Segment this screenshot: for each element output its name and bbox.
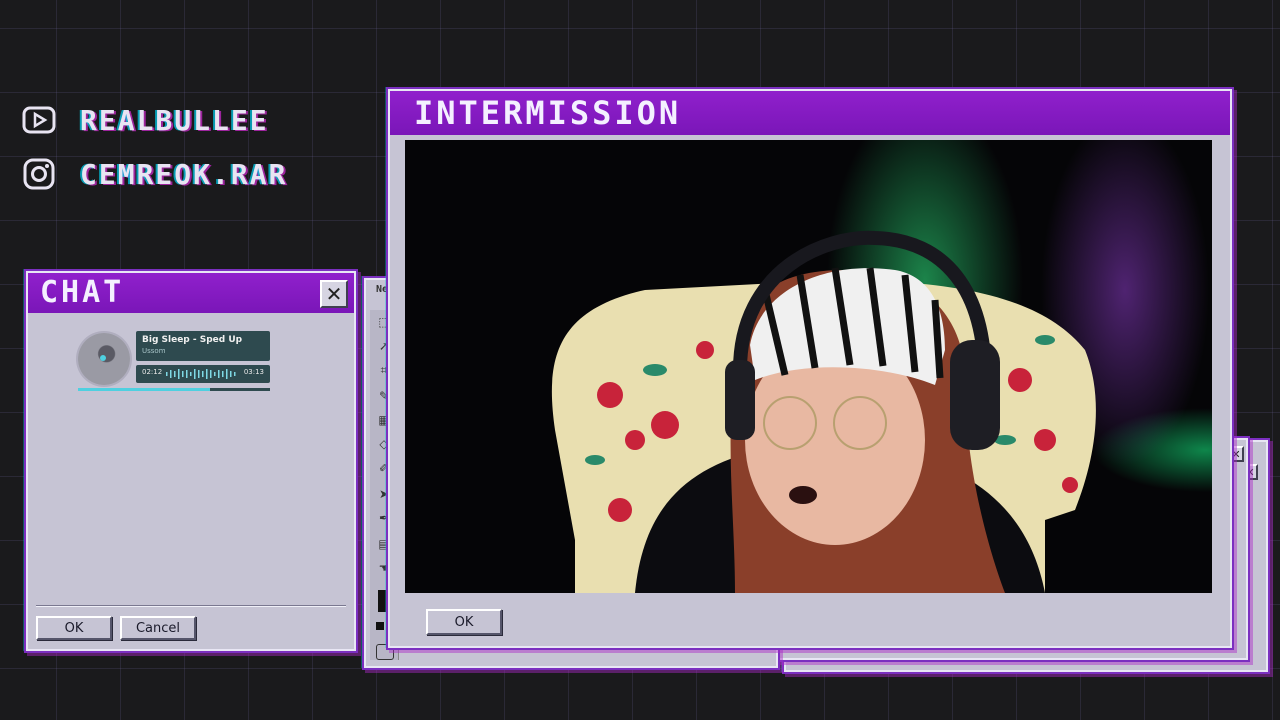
ok-button[interactable]: OK — [426, 609, 502, 635]
streamer-illustration — [551, 230, 1096, 593]
close-icon[interactable]: ✕ — [320, 280, 348, 308]
youtube-handle: REALBULLEE — [80, 103, 269, 137]
chat-title: CHAT — [40, 275, 125, 310]
track-artist: Ussom — [142, 347, 166, 355]
chat-window: CHAT ✕ Big Sleep - Sped Up Ussom 02:12 0… — [26, 271, 356, 651]
instagram-handle: CEMREOK.RAR — [80, 157, 288, 191]
progress-track[interactable] — [78, 388, 270, 391]
button-divider — [36, 605, 346, 607]
progress-fill — [78, 388, 211, 391]
player-controls: 02:12 03:13 — [136, 365, 270, 383]
instagram-icon — [22, 157, 56, 191]
intermission-titlebar: INTERMISSION — [390, 91, 1230, 135]
track-card: Big Sleep - Sped Up Ussom — [136, 331, 270, 361]
album-art — [78, 333, 130, 385]
track-title: Big Sleep - Sped Up — [142, 335, 243, 345]
album-accent-dot — [100, 355, 106, 361]
social-youtube[interactable]: REALBULLEE — [22, 103, 269, 137]
total-time: 03:13 — [243, 368, 264, 376]
chat-titlebar: CHAT — [28, 273, 354, 313]
paint-title: Ne — [376, 284, 389, 295]
waveform — [166, 369, 236, 379]
webcam-feed — [405, 140, 1212, 593]
window-title: INTERMISSION — [414, 94, 682, 132]
chat-cancel-button[interactable]: Cancel — [120, 616, 196, 640]
secondary-swatch[interactable] — [376, 622, 384, 630]
social-instagram[interactable]: CEMREOK.RAR — [22, 157, 287, 191]
chat-ok-button[interactable]: OK — [36, 616, 112, 640]
youtube-icon — [22, 103, 56, 137]
music-player: Big Sleep - Sped Up Ussom 02:12 03:13 — [78, 331, 272, 393]
elapsed-time: 02:12 — [142, 368, 163, 376]
